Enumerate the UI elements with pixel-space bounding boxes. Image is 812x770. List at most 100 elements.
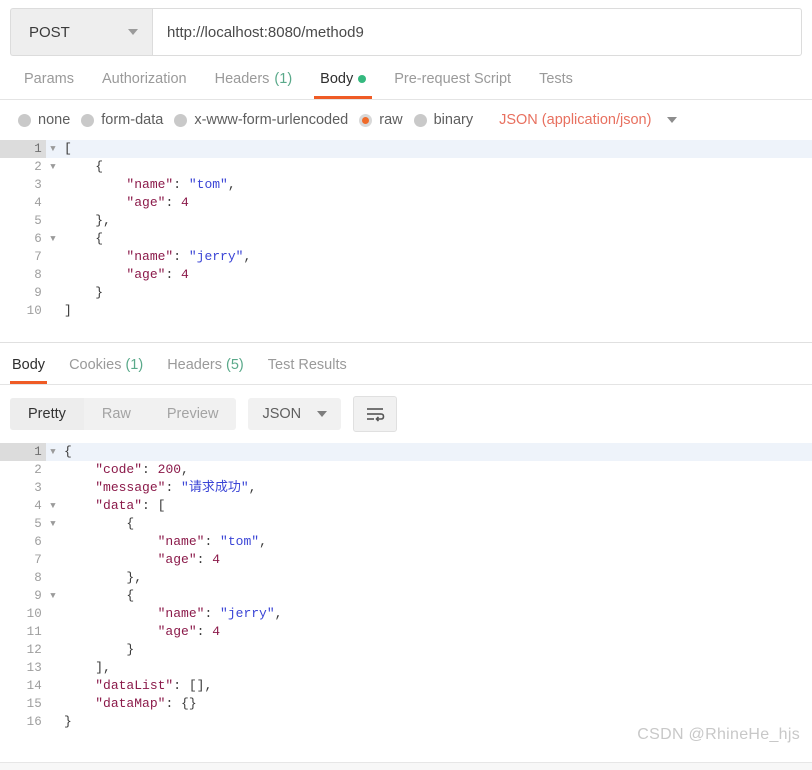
code-text: "data": [ (95, 498, 166, 513)
response-tab-body[interactable]: Body (10, 357, 57, 384)
fold-toggle-icon[interactable]: ▼ (46, 497, 60, 515)
line-number: 13 (26, 661, 42, 675)
request-tab-authorization[interactable]: Authorization (88, 71, 201, 99)
line-number: 7 (34, 250, 42, 264)
code-text: ] (64, 303, 72, 318)
word-wrap-button[interactable] (353, 396, 398, 432)
url-input[interactable]: http://localhost:8080/method9 (152, 8, 802, 56)
tab-label: Tests (539, 71, 573, 87)
line-number: 5 (34, 517, 42, 531)
view-mode-pretty[interactable]: Pretty (10, 398, 84, 430)
view-mode-raw[interactable]: Raw (84, 398, 149, 430)
tab-label: Headers (167, 357, 223, 373)
http-method-label: POST (29, 23, 70, 41)
body-type-radio-binary[interactable]: binary (413, 112, 485, 128)
line-number: 9 (34, 589, 42, 603)
tab-count-badge: (1) (274, 71, 293, 87)
word-wrap-icon (367, 408, 385, 422)
url-value: http://localhost:8080/method9 (167, 23, 364, 41)
fold-toggle-icon[interactable]: ▼ (46, 140, 60, 158)
line-number: 10 (26, 607, 42, 621)
response-toolbar: Pretty Raw Preview JSON (0, 385, 812, 443)
code-text: "dataList": [], (95, 678, 213, 693)
body-type-radio-raw[interactable]: raw (359, 112, 413, 128)
code-text: "name": "jerry", (126, 249, 252, 264)
body-type-radio-x-www-form-urlencoded[interactable]: x-www-form-urlencoded (174, 112, 359, 128)
code-line: 16} (0, 713, 812, 729)
radio-icon (174, 113, 188, 127)
tab-label: Cookies (69, 357, 122, 373)
response-tab-cookies[interactable]: Cookies (1) (57, 357, 155, 384)
code-line: 6 ▼ { (0, 230, 812, 248)
line-number: 12 (26, 643, 42, 657)
response-tab-headers[interactable]: Headers (5) (155, 357, 256, 384)
code-text: "message": "请求成功", (95, 480, 257, 495)
body-type-label: binary (433, 112, 474, 128)
code-line: 8 "age": 4 (0, 266, 812, 284)
request-tab-body[interactable]: Body (306, 71, 380, 99)
request-tab-pre-request-script[interactable]: Pre-request Script (380, 71, 525, 99)
body-type-radio-form-data[interactable]: form-data (81, 112, 174, 128)
response-tab-test-results[interactable]: Test Results (256, 357, 359, 384)
code-line: 5 }, (0, 212, 812, 230)
code-text: { (64, 159, 104, 174)
tab-label: Body (12, 357, 46, 373)
request-body-editor[interactable]: 1 ▼[2 ▼ {3 "name": "tom", 4 "age": 45 }, 6 ▼ … (0, 140, 812, 332)
request-tab-headers[interactable]: Headers (1) (201, 71, 307, 99)
line-number: 16 (26, 715, 42, 729)
body-type-label: none (38, 112, 71, 128)
view-mode-preview[interactable]: Preview (149, 398, 237, 430)
code-line: 6 "name": "tom", (0, 533, 812, 551)
code-text: } (64, 285, 104, 300)
radio-icon (18, 113, 31, 127)
response-body-editor[interactable]: 1 ▼{2 "code": 200, 3 "message": "请求成功", 4 ▼ … (0, 443, 812, 729)
line-number: 2 (34, 160, 42, 174)
bottom-scrollbar[interactable] (0, 762, 812, 770)
code-line: 1 ▼ { (0, 443, 812, 461)
tab-label: Headers (214, 71, 270, 87)
body-type-label: form-data (101, 112, 164, 128)
request-tab-params[interactable]: Params (10, 71, 88, 99)
response-view-mode-group: Pretty Raw Preview (10, 398, 237, 430)
content-type-select[interactable]: JSON (application/json) (499, 112, 678, 128)
code-text: "code": 200, (95, 462, 189, 477)
code-text: } (64, 714, 72, 729)
http-method-select[interactable]: POST (10, 8, 152, 56)
fold-toggle-icon[interactable]: ▼ (46, 587, 60, 605)
code-line: 3 "name": "tom", (0, 176, 812, 194)
fold-toggle-icon[interactable]: ▼ (46, 515, 60, 533)
code-text: { (64, 231, 104, 246)
code-text: { (64, 444, 72, 459)
code-line: 3 "message": "请求成功", (0, 479, 812, 497)
line-number: 2 (34, 463, 42, 477)
tab-label: Params (24, 71, 74, 87)
fold-toggle-icon[interactable]: ▼ (46, 230, 60, 248)
body-type-radio-none[interactable]: none (18, 112, 81, 128)
code-line: 14 "dataList": [], (0, 677, 812, 695)
code-text: } (64, 642, 135, 657)
fold-toggle-icon[interactable]: ▼ (46, 443, 60, 461)
code-line: 2 "code": 200, (0, 461, 812, 479)
fold-toggle-icon[interactable]: ▼ (46, 158, 60, 176)
response-tab-bar: Body Cookies (1) Headers (5) Test Results (0, 343, 812, 385)
code-line: 12 } (0, 641, 812, 659)
code-line: 15 "dataMap": {} (0, 695, 812, 713)
request-tab-bar: Params Authorization Headers (1) Body Pre-req… (0, 56, 812, 100)
chevron-down-icon (667, 117, 678, 123)
code-line: 5 ▼ { (0, 515, 812, 533)
response-format-select[interactable]: JSON (248, 398, 342, 430)
line-number: 7 (34, 553, 42, 567)
request-tab-tests[interactable]: Tests (525, 71, 587, 99)
line-number: 11 (26, 625, 42, 639)
tab-label: Test Results (267, 357, 347, 373)
